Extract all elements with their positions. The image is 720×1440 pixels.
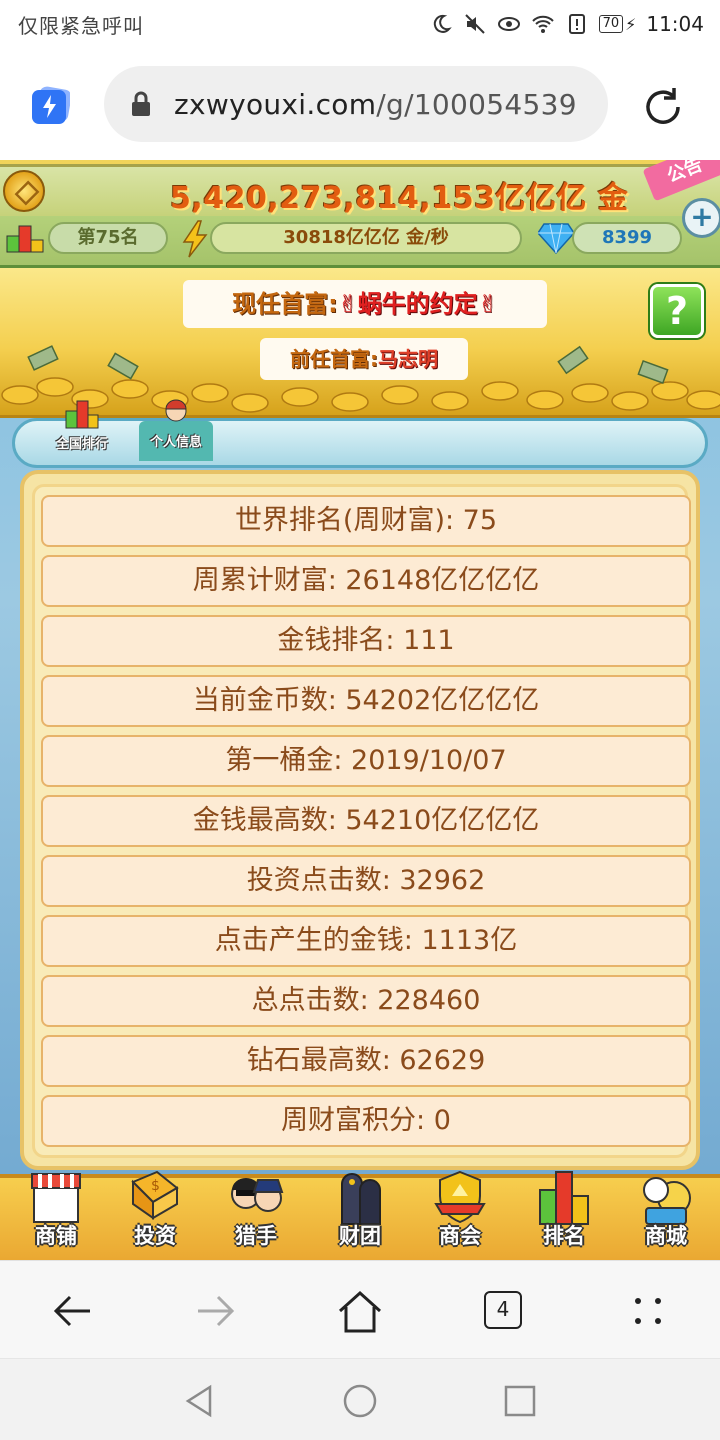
- guild-icon: [434, 1170, 486, 1224]
- system-recents-icon[interactable]: [500, 1381, 540, 1421]
- menu-guild[interactable]: 商会: [420, 1168, 500, 1260]
- mall-icon: [643, 1177, 691, 1225]
- menu-consortium[interactable]: 财团: [320, 1168, 400, 1260]
- battery-icon: 70 ⚡: [598, 15, 636, 34]
- rank-pill: 第75名: [48, 222, 168, 254]
- browser-toolbar: zxwyouxi.com/g/100054539: [0, 48, 720, 160]
- personal-info-panel: 世界排名(周财富): 75 周累计财富: 26148亿亿亿亿 金钱排名: 111…: [20, 470, 700, 1170]
- gold-row: 5,420,273,814,153亿亿亿 金: [0, 164, 720, 216]
- tabs-bar: 全国排行 个人信息: [12, 399, 708, 468]
- menu-mall[interactable]: 商城: [626, 1168, 706, 1260]
- bottom-game-menu: 商铺 $ 投资 猎手 财团 商会 排名 商城: [0, 1170, 720, 1260]
- address-bar[interactable]: zxwyouxi.com/g/100054539: [104, 66, 608, 142]
- game-area: 5,420,273,814,153亿亿亿 金 公告 第75名 30818亿亿亿 …: [0, 160, 720, 1260]
- podium-icon: [65, 400, 99, 429]
- url-text: zxwyouxi.com/g/100054539: [174, 87, 577, 121]
- stat-row: 周财富积分: 0: [41, 1095, 691, 1147]
- invest-icon: $: [131, 1170, 179, 1220]
- add-resource-button[interactable]: +: [682, 198, 720, 238]
- current-richest-card: 现任首富:✌蜗牛的约定✌: [183, 280, 547, 328]
- stat-row: 周累计财富: 26148亿亿亿亿: [41, 555, 691, 607]
- moon-icon: [429, 12, 453, 36]
- resource-bar: 5,420,273,814,153亿亿亿 金 公告 第75名 30818亿亿亿 …: [0, 160, 720, 268]
- stat-row: 世界排名(周财富): 75: [41, 495, 691, 547]
- avatar-icon: [165, 399, 187, 422]
- previous-richest-name: 马志明: [378, 347, 438, 371]
- back-arrow-icon[interactable]: [48, 1287, 96, 1335]
- tab-national-ranking[interactable]: 全国排行: [47, 399, 117, 452]
- eye-icon: [497, 12, 521, 36]
- current-richest-label: 现任首富:: [232, 290, 338, 318]
- shop-icon: [31, 1173, 81, 1223]
- stat-row: 第一桶金: 2019/10/07: [41, 735, 691, 787]
- battery-level: 70: [598, 15, 624, 33]
- stat-row: 当前金币数: 54202亿亿亿亿: [41, 675, 691, 727]
- menu-ranking[interactable]: 排名: [524, 1168, 604, 1260]
- tab-personal-info[interactable]: 个人信息: [139, 399, 213, 461]
- stat-row: 点击产生的金钱: 1113亿: [41, 915, 691, 967]
- more-menu-icon[interactable]: [624, 1287, 672, 1335]
- previous-richest-card: 前任首富:马志明: [260, 338, 468, 380]
- reload-icon[interactable]: [640, 84, 686, 130]
- podium-icon: [6, 225, 44, 253]
- status-icons: 70 ⚡ 11:04: [429, 12, 704, 36]
- diamond-pill: 8399: [572, 222, 682, 254]
- richest-banner: 现任首富:✌蜗牛的约定✌ 前任首富:马志明 ?: [0, 268, 720, 418]
- tab-national-ranking-label: 全国排行: [55, 437, 108, 452]
- help-button[interactable]: ?: [650, 284, 704, 338]
- menu-hunter[interactable]: 猎手: [216, 1168, 296, 1260]
- tab-personal-info-label: 个人信息: [149, 435, 202, 450]
- current-richest-name: ✌蜗牛的约定✌: [337, 290, 498, 318]
- hunter-icon: [231, 1178, 284, 1212]
- system-home-icon[interactable]: [340, 1381, 380, 1421]
- browser-nav-bar: 4: [0, 1260, 720, 1358]
- stat-row: 金钱排名: 111: [41, 615, 691, 667]
- system-back-icon[interactable]: [180, 1381, 220, 1421]
- wifi-icon: [531, 12, 555, 36]
- stat-row: 总点击数: 228460: [41, 975, 691, 1027]
- alert-icon: [565, 12, 589, 36]
- stats-list: 世界排名(周财富): 75 周累计财富: 26148亿亿亿亿 金钱排名: 111…: [32, 484, 691, 1158]
- menu-invest[interactable]: $ 投资: [115, 1168, 195, 1260]
- diamond-icon: [538, 223, 574, 254]
- previous-richest-label: 前任首富:: [290, 347, 378, 371]
- stat-row: 金钱最高数: 54210亿亿亿亿: [41, 795, 691, 847]
- gold-coin-icon: [3, 170, 45, 212]
- svg-text:$: $: [151, 1178, 160, 1194]
- consortium-icon: [341, 1173, 381, 1225]
- forward-arrow-icon[interactable]: [192, 1287, 240, 1335]
- income-pill: 30818亿亿亿 金/秒: [210, 222, 522, 254]
- stat-row: 投资点击数: 32962: [41, 855, 691, 907]
- lock-icon: [132, 91, 150, 116]
- lightning-icon: [182, 220, 208, 258]
- info-row: 第75名 30818亿亿亿 金/秒 8399: [0, 216, 720, 268]
- mute-icon: [463, 12, 487, 36]
- clock: 11:04: [646, 12, 704, 36]
- status-bar: 仅限紧急呼叫 70 ⚡ 11:04: [0, 0, 720, 48]
- home-icon[interactable]: [336, 1287, 384, 1335]
- gold-amount: 5,420,273,814,153亿亿亿 金: [170, 181, 629, 216]
- menu-shop[interactable]: 商铺: [16, 1168, 96, 1260]
- system-nav-bar: [0, 1358, 720, 1440]
- quick-app-icon[interactable]: [30, 86, 72, 126]
- carrier-text: 仅限紧急呼叫: [18, 13, 144, 38]
- stat-row: 钻石最高数: 62629: [41, 1035, 691, 1087]
- tab-switcher-button[interactable]: 4: [484, 1291, 522, 1329]
- ranking-icon: [539, 1171, 589, 1225]
